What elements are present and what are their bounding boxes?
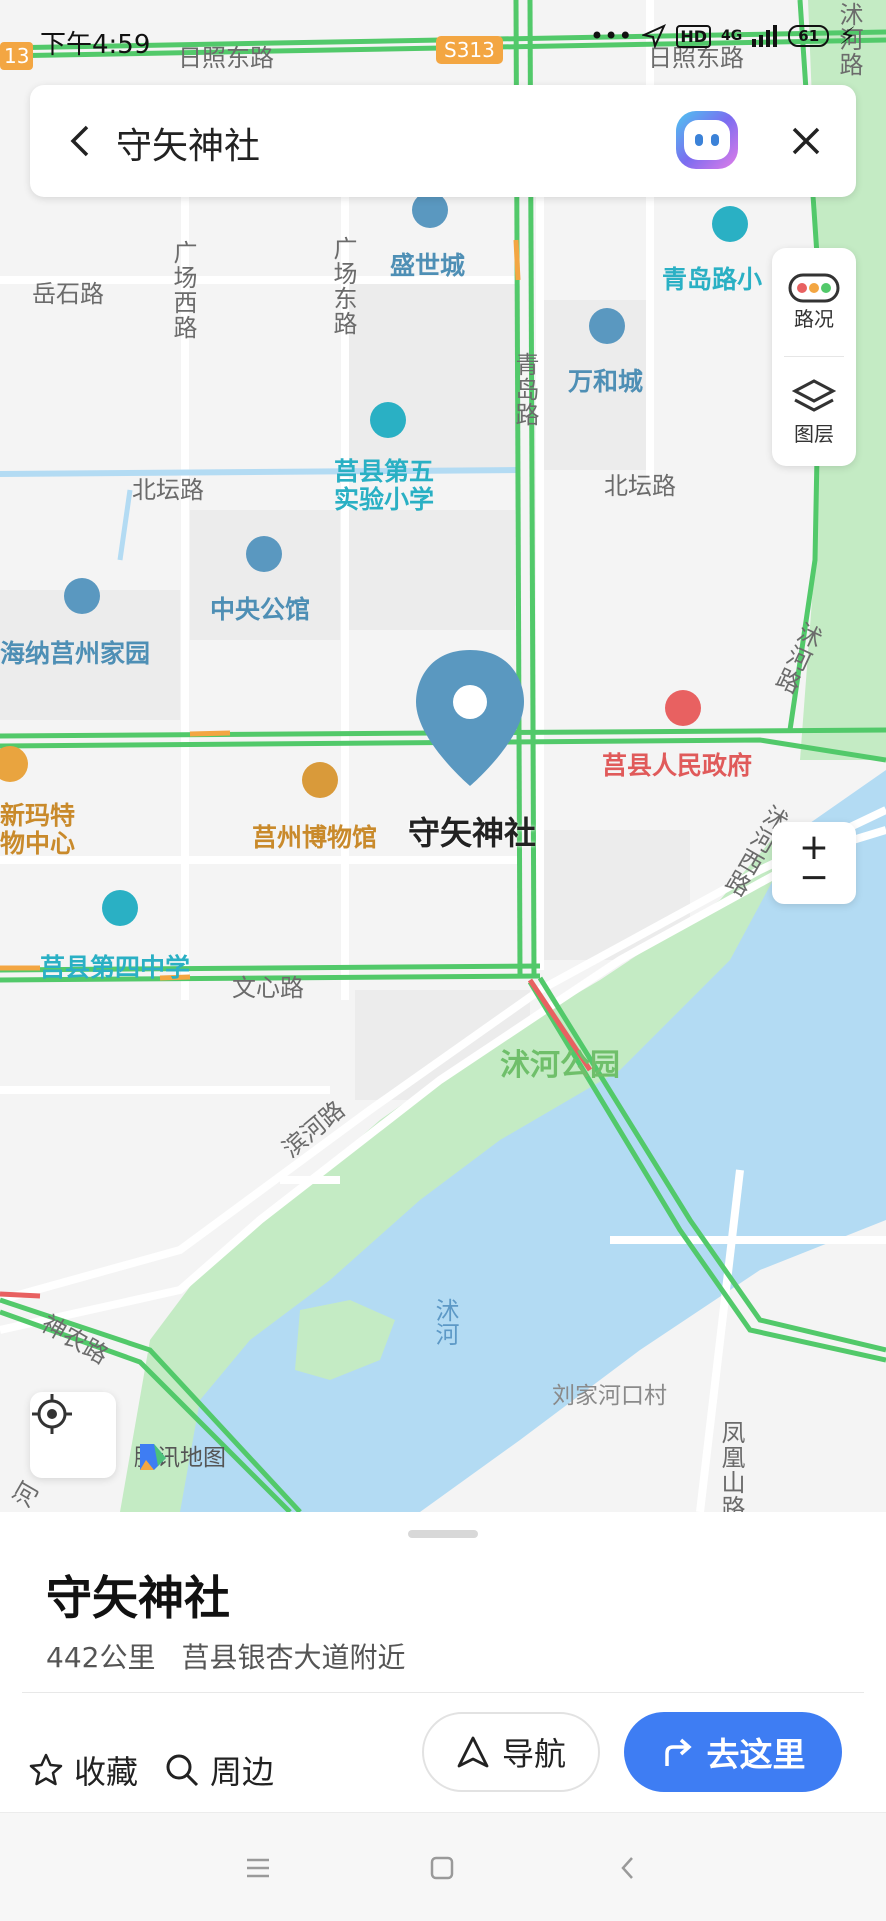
park-label: 沭河公园: [500, 1048, 620, 1083]
menu-icon: [247, 1858, 269, 1878]
status-bar: 下午4:59 ••• HD 4G 61 ⚡: [0, 0, 886, 80]
poi-label[interactable]: 莒州博物馆: [252, 818, 377, 854]
poi-label[interactable]: 海纳莒州家园: [0, 634, 150, 670]
menu-button[interactable]: [238, 1853, 278, 1883]
locate-icon: [32, 1394, 72, 1434]
poi-label[interactable]: 青岛路小: [662, 260, 762, 296]
divider: [784, 356, 844, 357]
poi-label[interactable]: 莒县第五 实验小学: [334, 458, 434, 514]
map-controls-panel: 路况 图层: [772, 248, 856, 466]
poi-label[interactable]: 盛世城: [390, 246, 465, 282]
traffic-label: 路况: [794, 306, 834, 331]
battery-icon: 61: [788, 25, 830, 47]
tencent-map-logo: 腾讯地图: [134, 1438, 226, 1472]
road-label: 文心路: [232, 974, 304, 1002]
back-triangle-icon: [621, 1857, 633, 1879]
search-icon: [166, 1754, 199, 1787]
map-view[interactable]: 日照东路 日照东路 S313 13 岳石路 广场西路 广场东路 青岛路 北坛路 …: [0, 0, 886, 1512]
search-bar[interactable]: 守矢神社: [30, 85, 856, 197]
ai-assistant-icon: [684, 120, 730, 160]
selected-pin-label[interactable]: 守矢神社: [408, 808, 536, 854]
poi-label[interactable]: 新玛特 物中心: [0, 802, 75, 858]
zoom-out-icon[interactable]: −: [799, 860, 829, 896]
favorite-button[interactable]: 收藏: [28, 1730, 138, 1810]
road-label: 青岛路: [511, 352, 539, 427]
go-here-label: 去这里: [706, 1735, 806, 1774]
close-icon: [792, 127, 820, 155]
sheet-handle[interactable]: [408, 1530, 478, 1538]
signal-icon: [752, 25, 778, 47]
navigate-icon: [457, 1736, 489, 1768]
favorite-label: 收藏: [74, 1753, 139, 1791]
place-subtitle: 442公里 莒县银杏大道附近: [46, 1636, 405, 1676]
navigate-button[interactable]: 导航: [422, 1712, 600, 1792]
network-label: 4G: [721, 28, 743, 44]
road-label: 北坛路: [604, 472, 676, 500]
charging-icon: ⚡: [839, 22, 856, 50]
road-label: 岳石路: [32, 280, 104, 308]
layers-label: 图层: [794, 421, 834, 446]
star-icon: [29, 1753, 63, 1786]
nearby-label: 周边: [210, 1753, 275, 1791]
chevron-left-icon: [70, 125, 89, 157]
tencent-map-icon: [140, 1444, 166, 1470]
zoom-control[interactable]: + −: [772, 822, 856, 904]
location-arrow-icon: [642, 24, 667, 48]
go-here-button[interactable]: 去这里: [624, 1712, 842, 1792]
road-label: 广场西路: [169, 240, 197, 340]
status-time: 下午4:59: [40, 30, 151, 60]
road-label: 广场东路: [329, 236, 357, 336]
poi-label[interactable]: 莒县人民政府: [602, 746, 752, 782]
road-label: 北坛路: [132, 476, 204, 504]
navigate-label: 导航: [501, 1735, 566, 1773]
status-icons: ••• HD 4G 61 ⚡: [590, 22, 856, 50]
layers-icon: [792, 378, 836, 412]
turn-right-arrow-icon: [664, 1738, 692, 1766]
close-button[interactable]: [778, 113, 834, 169]
poi-label[interactable]: 莒县第四中学: [40, 948, 190, 984]
back-button[interactable]: [52, 113, 108, 169]
layers-toggle[interactable]: 图层: [772, 358, 856, 466]
poi-label[interactable]: 万和城: [568, 362, 643, 398]
place-title: 守矢神社: [46, 1571, 230, 1625]
place-detail-sheet[interactable]: 守矢神社 442公里 莒县银杏大道附近 收藏 周边 导航 去这里: [0, 1512, 886, 1812]
hd-icon: HD: [676, 24, 712, 48]
more-dots-icon: •••: [589, 22, 633, 50]
home-square-icon: [430, 1856, 454, 1880]
nearby-button[interactable]: 周边: [164, 1730, 274, 1810]
place-address: 莒县银杏大道附近: [181, 1641, 406, 1674]
system-nav-bar: [0, 1812, 886, 1921]
poi-label[interactable]: 中央公馆: [210, 590, 310, 626]
ai-assistant-button[interactable]: [676, 111, 738, 169]
road-label: 凤凰山路: [717, 1420, 745, 1512]
search-query[interactable]: 守矢神社: [116, 117, 260, 169]
back-nav-button[interactable]: [608, 1853, 648, 1883]
home-button[interactable]: [422, 1853, 462, 1883]
traffic-toggle[interactable]: 路况: [772, 248, 856, 356]
map-canvas: [0, 0, 886, 1512]
locate-button[interactable]: [30, 1392, 116, 1478]
river-label: 沭河: [431, 1298, 459, 1346]
traffic-icon: [788, 273, 840, 302]
place-distance: 442公里: [46, 1641, 156, 1674]
divider: [22, 1692, 864, 1693]
village-label: 刘家河口村: [552, 1383, 667, 1409]
